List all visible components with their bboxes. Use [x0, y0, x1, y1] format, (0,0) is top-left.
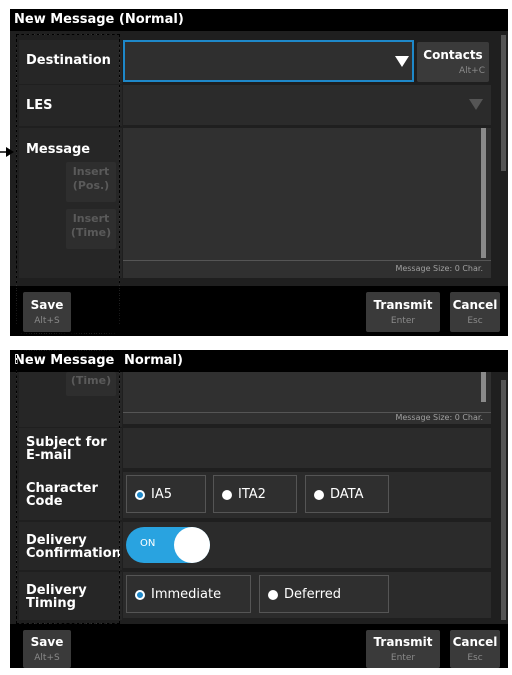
insert-time-line2: (Time)	[70, 226, 112, 239]
transmit-shortcut: Enter	[390, 653, 416, 663]
insert-time-line2: (Time)	[70, 374, 112, 387]
insert-pos-line1: Insert	[72, 165, 110, 178]
message-scrollbar[interactable]	[481, 372, 486, 402]
les-label: LES	[26, 98, 53, 113]
delivery-confirmation-toggle[interactable]: ON	[126, 527, 210, 563]
subject-label: Subject for E-mail	[26, 435, 107, 463]
radio-unselected-icon	[268, 590, 278, 600]
message-textarea[interactable]: Message Size: 0 Char.	[123, 372, 491, 424]
panel-scrollbar[interactable]	[501, 35, 506, 171]
delivery-confirmation-label-cell: Delivery Confirmation	[19, 522, 122, 570]
cancel-shortcut: Esc	[467, 653, 483, 663]
dialog-title: New Message (Normal)	[14, 12, 184, 27]
message-textarea[interactable]: Message Size: 0 Char.	[123, 128, 491, 278]
dropdown-arrow-icon	[395, 56, 409, 67]
save-button[interactable]: Save Alt+S	[23, 630, 71, 668]
option-label: IA5	[151, 487, 172, 502]
title-bar: New Message (Normal)	[10, 9, 508, 31]
save-label: Save	[30, 298, 64, 312]
action-bar: Save Alt+S Transmit Enter Cancel Esc	[10, 624, 508, 668]
radio-selected-icon	[135, 590, 145, 600]
option-label: DATA	[330, 487, 364, 502]
new-message-dialog: New Message (Normal) Destination Contact…	[10, 9, 508, 336]
toggle-text: ON	[140, 538, 156, 549]
transmit-shortcut: Enter	[390, 316, 416, 326]
delivery-timing-row: Immediate Deferred	[123, 572, 491, 618]
subject-label-cell: Subject for E-mail	[19, 428, 122, 472]
message-label: Message	[26, 142, 91, 157]
destination-label-cell: Destination	[19, 40, 122, 84]
save-button[interactable]: Save Alt+S	[23, 292, 71, 332]
option-label: ITA2	[238, 487, 266, 502]
delivery-timing-label: Delivery Timing	[26, 583, 87, 611]
message-size: Message Size: 0 Char.	[395, 413, 483, 422]
option-label: Immediate	[151, 587, 222, 602]
cancel-button[interactable]: Cancel Esc	[450, 292, 500, 332]
insert-pos-line2: (Pos.)	[72, 179, 110, 192]
option-label: Deferred	[284, 587, 342, 602]
radio-unselected-icon	[314, 490, 324, 500]
delivery-timing-label-cell: Delivery Timing	[19, 572, 122, 620]
pointer-arrow-icon	[0, 147, 14, 157]
transmit-button[interactable]: Transmit Enter	[366, 630, 440, 668]
charcode-label-cell: Character Code	[19, 472, 122, 520]
message-scrollbar[interactable]	[481, 128, 486, 258]
les-select[interactable]	[123, 85, 491, 125]
cancel-button[interactable]: Cancel Esc	[450, 630, 500, 668]
radio-unselected-icon	[222, 490, 232, 500]
insert-time-line1: Insert	[72, 212, 110, 225]
action-bar: Save Alt+S Transmit Enter Cancel Esc	[10, 286, 508, 336]
toggle-knob	[174, 527, 210, 563]
subject-input[interactable]	[123, 428, 491, 468]
insert-time-button[interactable]: Insert (Time)	[66, 209, 116, 249]
title-bar: New Message Normal)	[10, 350, 508, 372]
transmit-label: Transmit	[373, 635, 433, 649]
transmit-label: Transmit	[373, 298, 433, 312]
charcode-option-ita2[interactable]: ITA2	[213, 475, 297, 513]
destination-label: Destination	[26, 53, 111, 68]
charcode-option-ia5[interactable]: IA5	[126, 475, 206, 513]
transmit-button[interactable]: Transmit Enter	[366, 292, 440, 332]
destination-select[interactable]	[123, 40, 414, 82]
message-label-cell: Message	[19, 128, 122, 278]
delivery-confirmation-label: Delivery Confirmation	[26, 533, 121, 561]
cancel-shortcut: Esc	[467, 316, 483, 326]
insert-pos-button[interactable]: Insert (Pos.)	[66, 162, 116, 202]
cancel-label: Cancel	[452, 298, 498, 312]
delivery-confirmation-row: ON	[123, 522, 491, 568]
cancel-label: Cancel	[452, 635, 498, 649]
timing-option-deferred[interactable]: Deferred	[259, 575, 389, 613]
contacts-label: Contacts	[423, 48, 483, 62]
save-shortcut: Alt+S	[34, 316, 60, 326]
charcode-label: Character Code	[26, 481, 98, 509]
les-label-cell: LES	[19, 85, 122, 126]
dialog-title-left: New Message	[14, 353, 115, 368]
divider	[123, 260, 491, 261]
contacts-shortcut: Alt+C	[458, 66, 485, 76]
dialog-title-right: Normal)	[124, 353, 183, 368]
insert-time-button[interactable]: (Time)	[66, 372, 116, 396]
radio-selected-icon	[135, 490, 145, 500]
panel-scrollbar[interactable]	[501, 380, 506, 620]
charcode-row: IA5 ITA2 DATA	[123, 472, 491, 518]
message-size: Message Size: 0 Char.	[395, 264, 483, 273]
save-label: Save	[30, 635, 64, 649]
contacts-button[interactable]: Contacts Alt+C	[417, 42, 489, 82]
dropdown-arrow-icon	[469, 99, 483, 110]
save-shortcut: Alt+S	[34, 653, 60, 663]
timing-option-immediate[interactable]: Immediate	[126, 575, 251, 613]
new-message-dialog-scrolled: New Message Normal) (Time) Message Size:…	[10, 350, 508, 668]
charcode-option-data[interactable]: DATA	[305, 475, 389, 513]
